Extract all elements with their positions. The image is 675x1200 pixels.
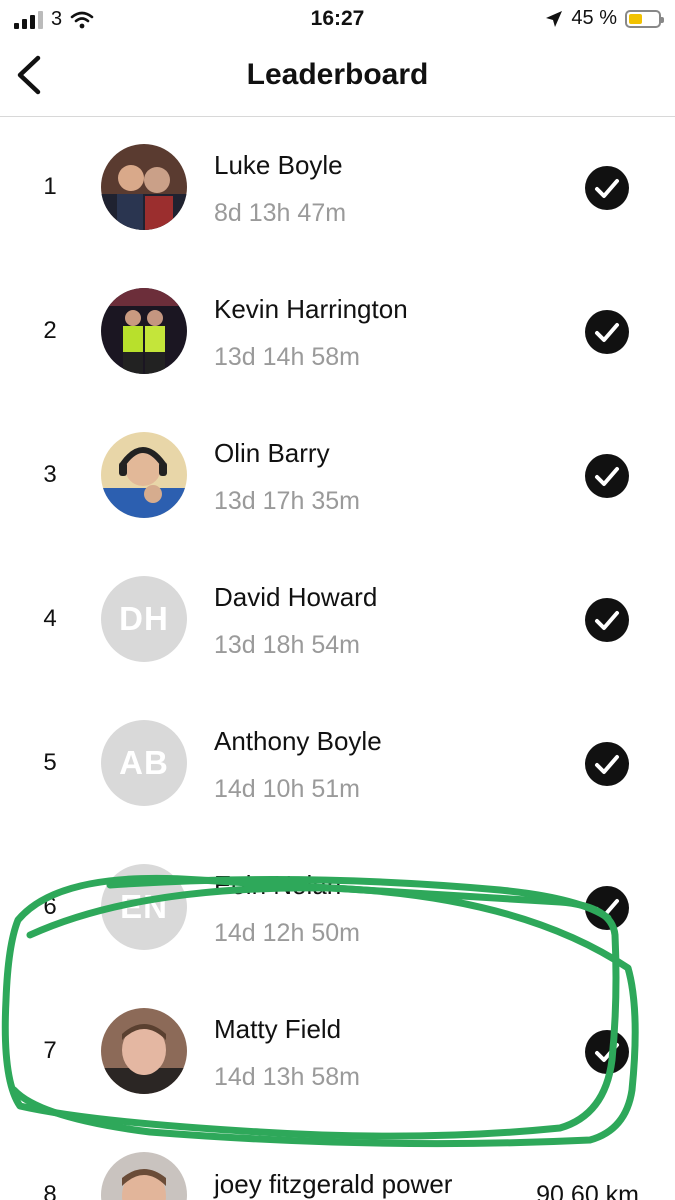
check-circle-icon [585,454,629,498]
battery-icon [625,9,664,28]
leaderboard-row[interactable]: 5 AB Anthony Boyle 14d 10h 51m [0,692,675,836]
leaderboard-row[interactable]: 1 Luke Boyle 8d 13h 47m [0,116,675,260]
athlete-name: joey fitzgerald power [214,1169,453,1199]
leaderboard-row[interactable]: 2 Kevin Harrington 13d 14h 58m [0,260,675,404]
status-right: 45 % [545,7,664,30]
athlete-time: 13d 14h 58m [214,343,360,371]
athlete-time: 14d 10h 51m [214,775,360,803]
location-arrow-icon [546,10,563,27]
leaderboard-row[interactable]: 7 Matty Field 14d 13h 58m [0,980,675,1124]
leaderboard-row[interactable]: 8 joey fitzgerald power 90.60 km [0,1124,675,1200]
rank-number: 7 [43,1037,57,1064]
athlete-time: 13d 17h 35m [214,487,360,515]
rank-number: 4 [43,605,57,632]
athlete-time: 14d 12h 50m [214,919,360,947]
status-bar: 3 16:27 45 % [0,0,675,40]
avatar [101,432,187,518]
rank-number: 2 [43,317,57,344]
leaderboard-row[interactable]: 3 Olin Barry 13d 17h 35m [0,404,675,548]
athlete-name: Kevin Harrington [214,294,408,324]
athlete-time: 13d 18h 54m [214,631,360,659]
battery-percent: 45 % [571,7,617,29]
check-circle-icon [585,598,629,642]
check-circle-icon [585,1030,629,1074]
athlete-time: 8d 13h 47m [214,199,347,227]
avatar [101,288,187,374]
battery-level [629,13,642,24]
rank-number: 8 [43,1181,57,1200]
leaderboard-row[interactable]: 4 DH David Howard 13d 18h 54m [0,548,675,692]
check-circle-icon [585,166,629,210]
athlete-name: Eoin Nolan [214,870,342,900]
athlete-name: David Howard [214,582,378,612]
nav-bar: Leaderboard [0,40,675,117]
avatar [101,1008,187,1094]
athlete-name: Anthony Boyle [214,726,382,756]
check-circle-icon [585,886,629,930]
athlete-distance: 90.60 km [536,1181,639,1200]
avatar-initials: EN [101,864,187,950]
avatar [101,1152,187,1200]
avatar [101,144,187,230]
avatar-initials: AB [101,720,187,806]
check-circle-icon [585,310,629,354]
rank-number: 1 [43,173,57,200]
check-circle-icon [585,742,629,786]
athlete-name: Olin Barry [214,438,330,468]
avatar-initials: DH [101,576,187,662]
rank-number: 6 [43,893,57,920]
rank-number: 3 [43,461,57,488]
page-title: Leaderboard [246,58,429,91]
leaderboard-row[interactable]: 6 EN Eoin Nolan 14d 12h 50m [0,836,675,980]
athlete-name: Luke Boyle [214,150,343,180]
athlete-name: Matty Field [214,1014,342,1044]
athlete-time: 14d 13h 58m [214,1063,360,1091]
rank-number: 5 [43,749,57,776]
